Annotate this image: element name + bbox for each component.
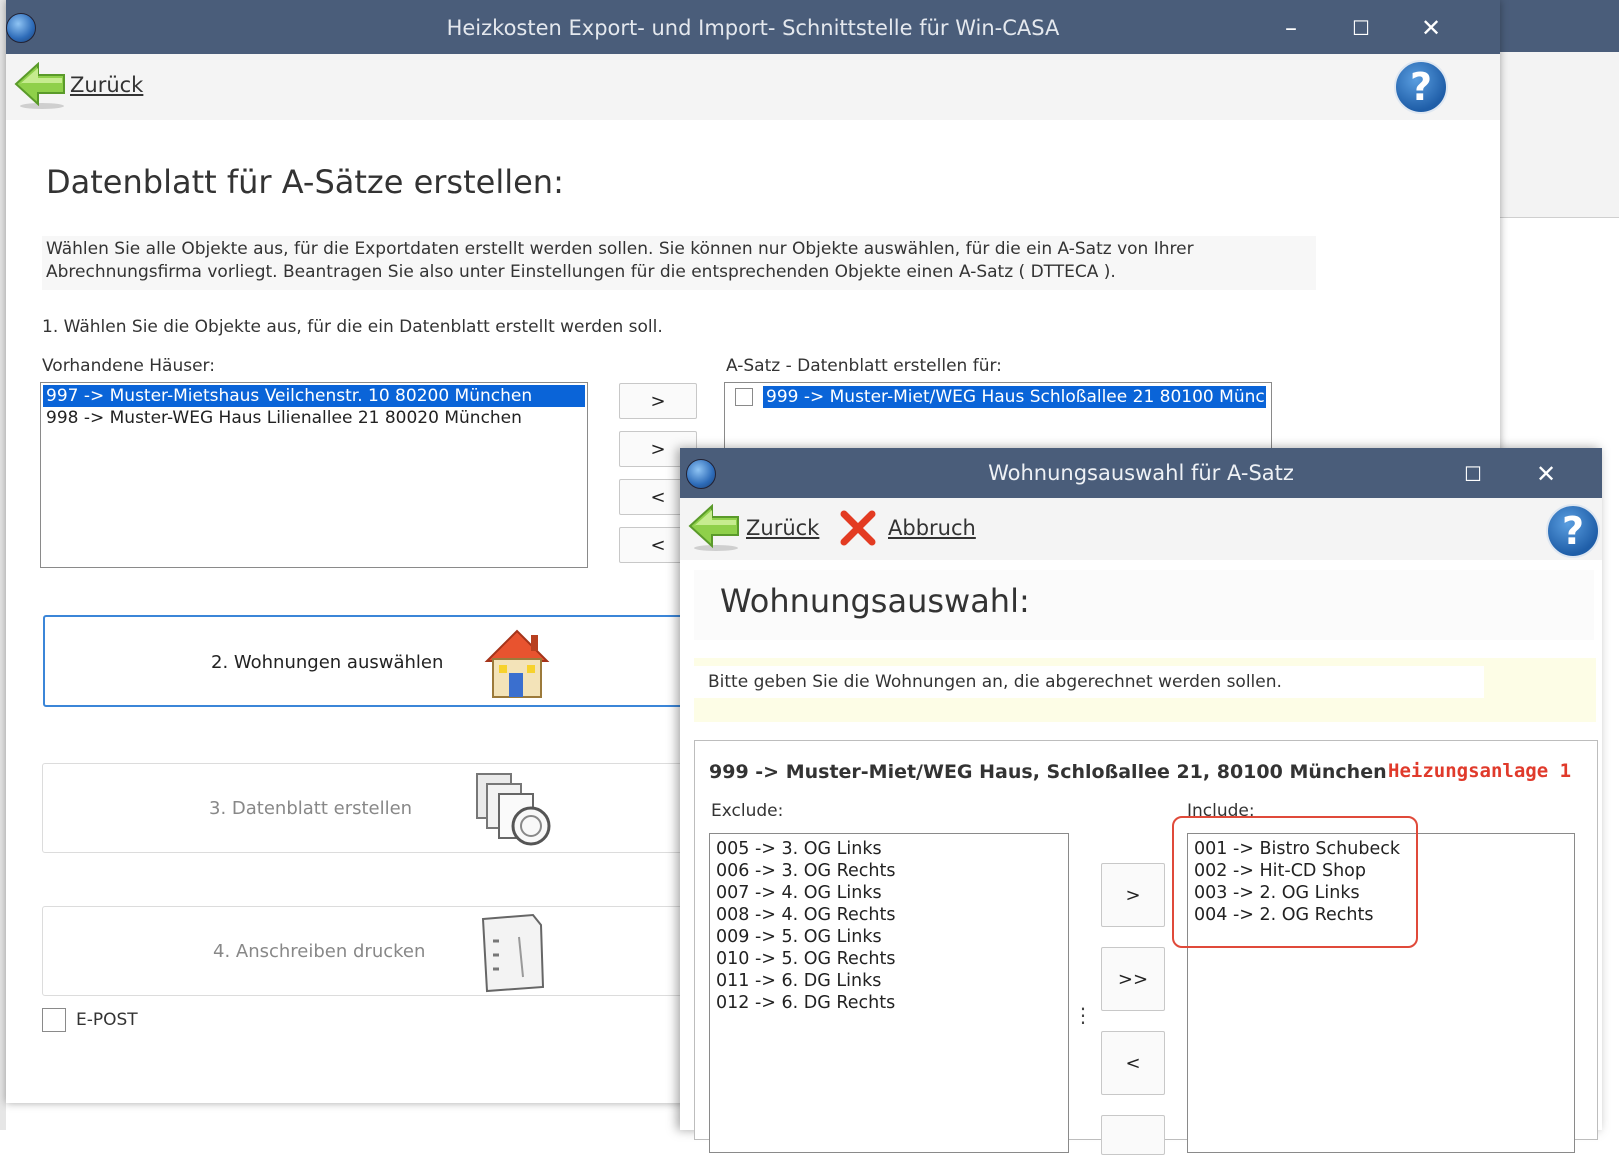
documents-icon xyxy=(476,773,551,846)
step4-anschreiben-button[interactable]: 4. Anschreiben drucken xyxy=(42,906,702,996)
cancel-x-icon xyxy=(840,510,876,546)
step2-label: 2. Wohnungen auswählen xyxy=(211,652,444,673)
dialog-heading-area: Wohnungsauswahl: xyxy=(694,570,1594,640)
list-item[interactable]: 010 -> 5. OG Rechts xyxy=(710,948,1068,970)
epost-label: E-POST xyxy=(76,1010,138,1030)
help-icon[interactable]: ? xyxy=(1394,60,1448,114)
dialog-toolbar: Zurück Abbruch ? xyxy=(680,498,1602,560)
main-titlebar[interactable]: Heizkosten Export- und Import- Schnittst… xyxy=(6,0,1500,54)
list-item[interactable]: 007 -> 4. OG Links xyxy=(710,882,1068,904)
note-text: Bitte geben Sie die Wohnungen an, die ab… xyxy=(708,672,1282,692)
note-box: Bitte geben Sie die Wohnungen an, die ab… xyxy=(694,658,1596,722)
minimize-button[interactable]: – xyxy=(1261,0,1321,54)
dialog-cancel-button[interactable]: Abbruch xyxy=(838,502,978,554)
back-label: Zurück xyxy=(70,73,144,97)
list-item[interactable]: 008 -> 4. OG Rechts xyxy=(710,904,1068,926)
house-title: 999 -> Muster-Miet/WEG Haus, Schloßallee… xyxy=(709,761,1387,783)
dialog-maximize-button[interactable]: ☐ xyxy=(1443,446,1503,500)
info-box: Wählen Sie alle Objekte aus, für die Exp… xyxy=(42,236,1316,290)
selected-houses-list[interactable]: 999 -> Muster-Miet/WEG Haus Schloßallee … xyxy=(724,382,1272,452)
epost-checkbox[interactable] xyxy=(42,1008,66,1032)
letter-icon xyxy=(481,913,545,993)
list-item[interactable]: 998 -> Muster-WEG Haus Lilienallee 21 80… xyxy=(41,407,587,429)
info-line-2: Abrechnungsfirma vorliegt. Beantragen Si… xyxy=(46,262,1116,282)
dialog-titlebar[interactable]: Wohnungsauswahl für A-Satz ☐ ✕ xyxy=(680,448,1602,498)
house-group: 999 -> Muster-Miet/WEG Haus, Schloßallee… xyxy=(694,740,1598,1155)
list-item[interactable]: 005 -> 3. OG Links xyxy=(710,838,1068,860)
splitter-handle[interactable]: ⋮ xyxy=(1073,1003,1093,1027)
house-icon xyxy=(484,629,550,698)
include-one-button[interactable]: > xyxy=(1101,863,1165,927)
house-checkbox[interactable] xyxy=(735,388,753,406)
list-item[interactable]: 006 -> 3. OG Rechts xyxy=(710,860,1068,882)
selected-label: A-Satz - Datenblatt erstellen für: xyxy=(726,356,1002,376)
close-button[interactable]: ✕ xyxy=(1401,0,1461,54)
dialog-back-button[interactable]: Zurück xyxy=(688,502,820,554)
available-label: Vorhandene Häuser: xyxy=(42,356,215,376)
step1-instruction: 1. Wählen Sie die Objekte aus, für die e… xyxy=(42,317,663,337)
info-line-1: Wählen Sie alle Objekte aus, für die Exp… xyxy=(46,239,1194,259)
list-item[interactable]: 997 -> Muster-Mietshaus Veilchenstr. 10 … xyxy=(43,385,585,407)
step4-label: 4. Anschreiben drucken xyxy=(213,941,426,962)
back-arrow-icon xyxy=(14,62,65,109)
back-arrow-icon xyxy=(688,504,739,551)
annotation-box xyxy=(1172,816,1418,948)
list-item[interactable]: 012 -> 6. DG Rechts xyxy=(710,992,1068,1014)
page-title: Datenblatt für A-Sätze erstellen: xyxy=(46,163,564,201)
step3-datenblatt-button[interactable]: 3. Datenblatt erstellen xyxy=(42,763,702,853)
include-all-button[interactable]: >> xyxy=(1101,947,1165,1011)
dialog-cancel-label: Abbruch xyxy=(888,516,976,540)
dialog-back-label: Zurück xyxy=(746,516,820,540)
main-toolbar: Zurück ? xyxy=(6,54,1500,120)
list-item[interactable]: 011 -> 6. DG Links xyxy=(710,970,1068,992)
exclude-list[interactable]: 005 -> 3. OG Links 006 -> 3. OG Rechts 0… xyxy=(709,833,1069,1153)
step3-label: 3. Datenblatt erstellen xyxy=(209,798,413,819)
background-panel xyxy=(1500,52,1619,218)
exclude-label: Exclude: xyxy=(711,801,784,821)
help-icon[interactable]: ? xyxy=(1546,504,1600,558)
exclude-all-button[interactable] xyxy=(1101,1115,1165,1155)
dialog-close-button[interactable]: ✕ xyxy=(1516,446,1576,500)
exclude-one-button[interactable]: < xyxy=(1101,1031,1165,1095)
list-item[interactable]: 999 -> Muster-Miet/WEG Haus Schloßallee … xyxy=(763,386,1266,408)
background-titlebar xyxy=(1500,0,1619,52)
wohnungsauswahl-dialog: Wohnungsauswahl für A-Satz ☐ ✕ Zurück Ab… xyxy=(680,448,1602,1155)
list-item[interactable]: 009 -> 5. OG Links xyxy=(710,926,1068,948)
annotation-label: Heizungsanlage 1 xyxy=(1388,760,1572,782)
maximize-button[interactable]: ☐ xyxy=(1331,0,1391,54)
dialog-heading: Wohnungsauswahl: xyxy=(720,582,1030,620)
move-right-button[interactable]: > xyxy=(619,383,697,419)
step2-wohnungen-button[interactable]: 2. Wohnungen auswählen xyxy=(43,615,703,707)
available-houses-list[interactable]: 997 -> Muster-Mietshaus Veilchenstr. 10 … xyxy=(40,382,588,568)
back-button[interactable]: Zurück xyxy=(12,60,144,112)
